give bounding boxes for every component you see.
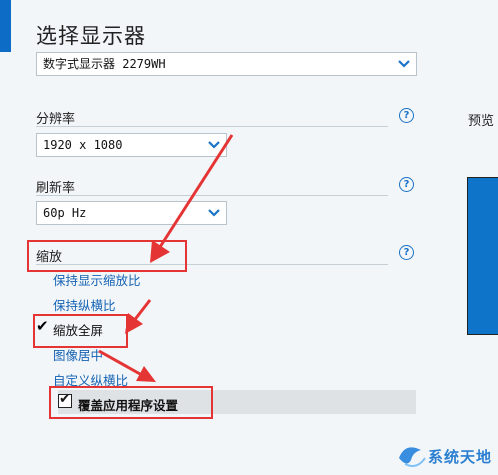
annotation-arrows xyxy=(98,134,234,382)
watermark-text: 系统天地 xyxy=(428,448,493,466)
